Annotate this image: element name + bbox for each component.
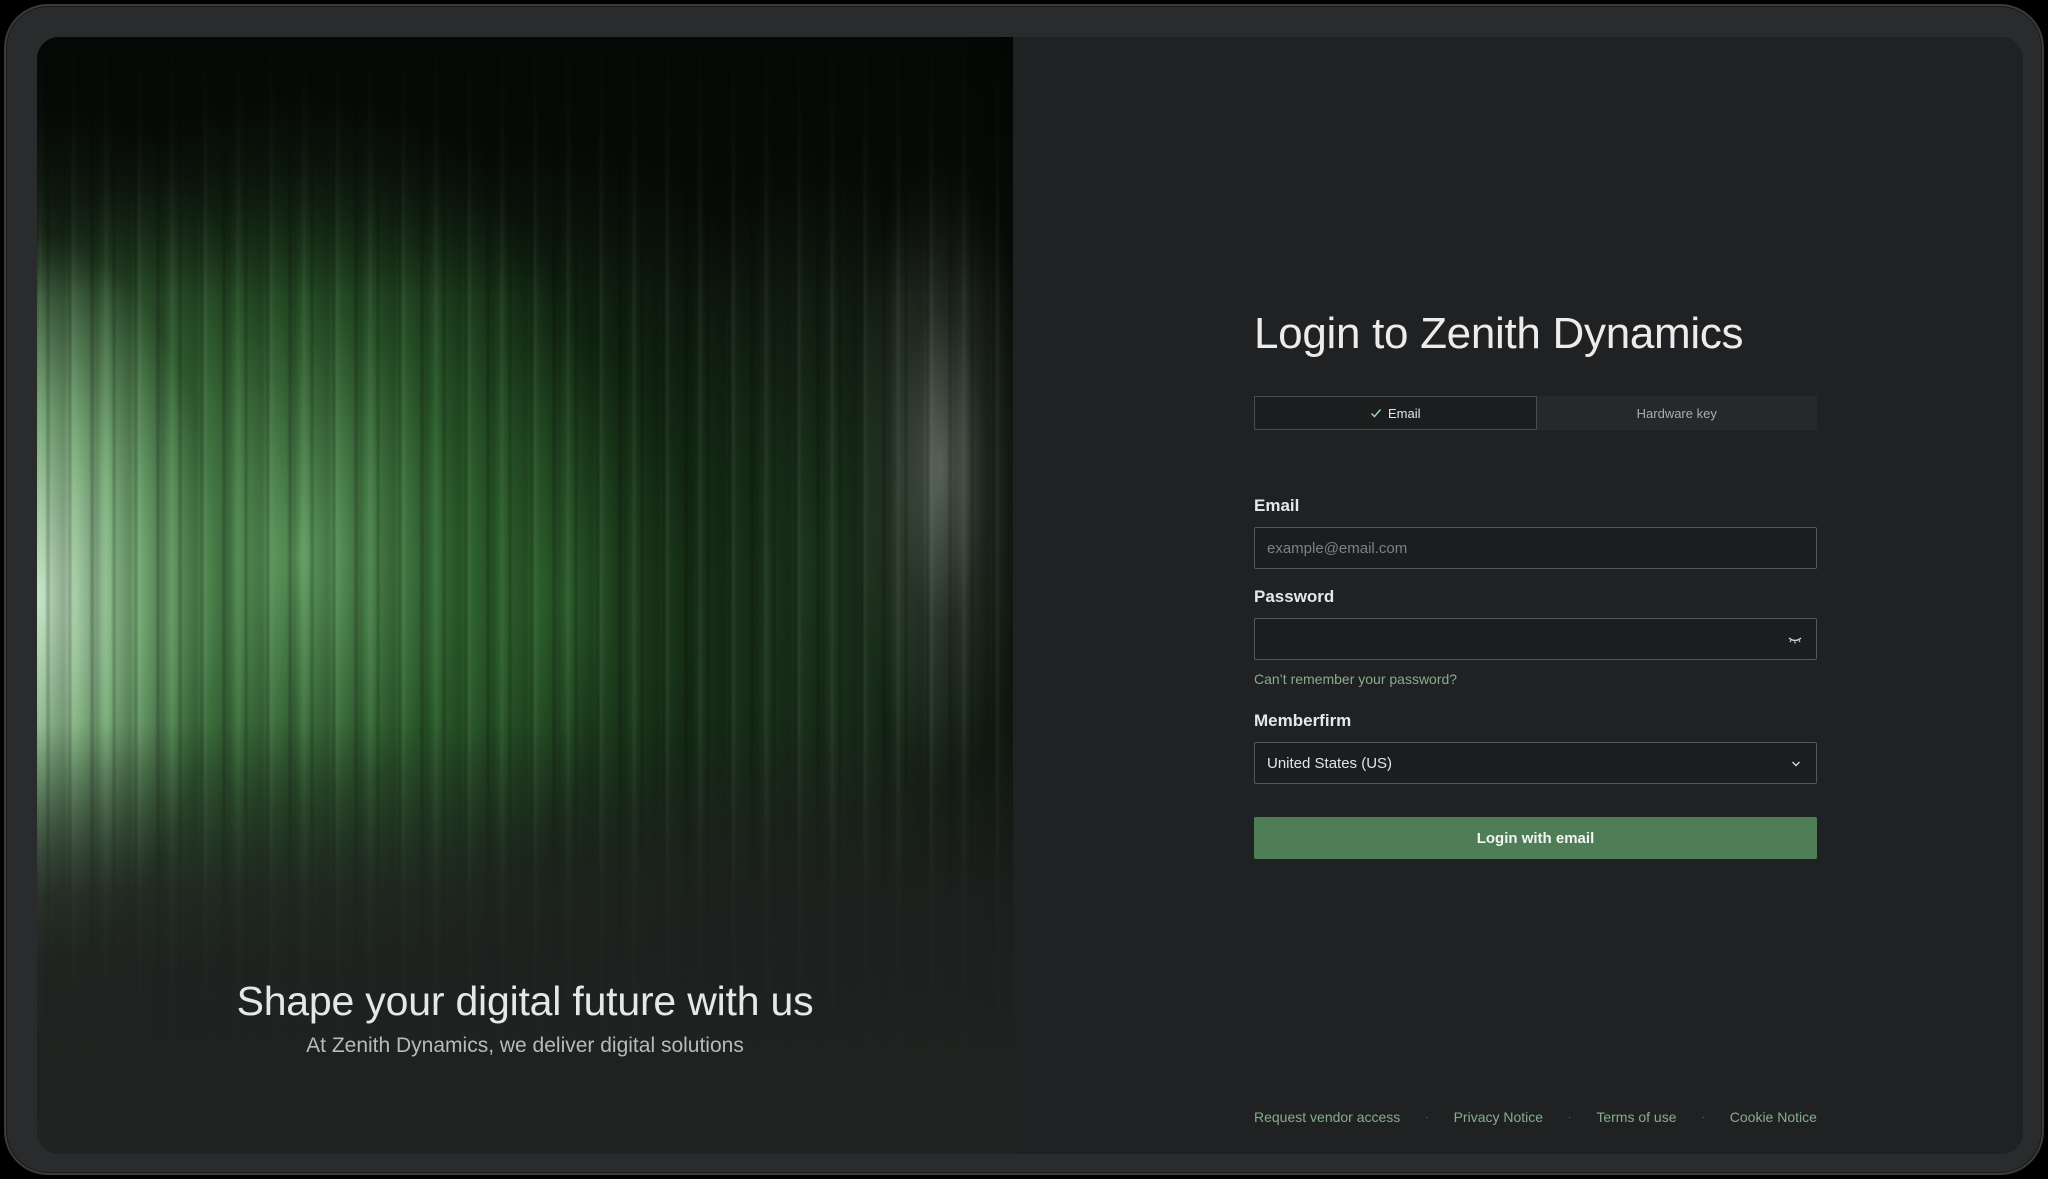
email-label: Email [1254, 496, 1300, 515]
login-with-email-button[interactable]: Login with email [1254, 817, 1817, 859]
password-field-wrapper [1254, 618, 1817, 660]
hero-top-fade [37, 37, 1013, 297]
footer-separator: · [1425, 1111, 1429, 1123]
forgot-password-link[interactable]: Can’t remember your password? [1254, 671, 1457, 687]
footer-separator: · [1568, 1111, 1572, 1123]
cookie-notice-link[interactable]: Cookie Notice [1730, 1109, 1817, 1125]
login-method-tabs: Email Hardware key [1254, 396, 1817, 430]
terms-of-use-link[interactable]: Terms of use [1596, 1109, 1676, 1125]
footer-links: Request vendor access · Privacy Notice ·… [1254, 1109, 1817, 1125]
tab-email-label: Email [1387, 405, 1421, 421]
tab-email[interactable]: Email [1254, 396, 1537, 430]
hero-bottom-fade [37, 724, 1013, 1154]
hero-title: Shape your digital future with us [236, 978, 814, 1024]
footer-separator: · [1701, 1111, 1705, 1123]
hero-text: Shape your digital future with us At Zen… [37, 977, 1013, 1058]
memberfirm-label: Memberfirm [1254, 711, 1352, 730]
device-frame: Shape your digital future with us At Zen… [4, 4, 2044, 1175]
hero-panel: Shape your digital future with us At Zen… [37, 37, 1013, 1154]
tab-hardware-key-label: Hardware key [1636, 405, 1717, 421]
email-input[interactable] [1254, 527, 1817, 569]
password-input[interactable] [1254, 618, 1817, 660]
login-panel: Login to Zenith Dynamics Email Hardware … [1013, 37, 2023, 1154]
page-title: Login to Zenith Dynamics [1254, 309, 1744, 358]
privacy-notice-link[interactable]: Privacy Notice [1454, 1109, 1543, 1125]
eye-closed-icon[interactable] [1787, 632, 1803, 646]
request-vendor-access-link[interactable]: Request vendor access [1254, 1109, 1400, 1125]
screen: Shape your digital future with us At Zen… [37, 37, 2023, 1154]
check-icon [1370, 409, 1382, 418]
tab-hardware-key[interactable]: Hardware key [1537, 396, 1818, 430]
memberfirm-select[interactable]: United States (US) [1254, 742, 1817, 784]
memberfirm-selected: United States (US) [1267, 754, 1393, 772]
chevron-down-icon [1792, 761, 1800, 767]
hero-subtitle: At Zenith Dynamics, we deliver digital s… [306, 1034, 744, 1058]
password-label: Password [1254, 587, 1335, 606]
